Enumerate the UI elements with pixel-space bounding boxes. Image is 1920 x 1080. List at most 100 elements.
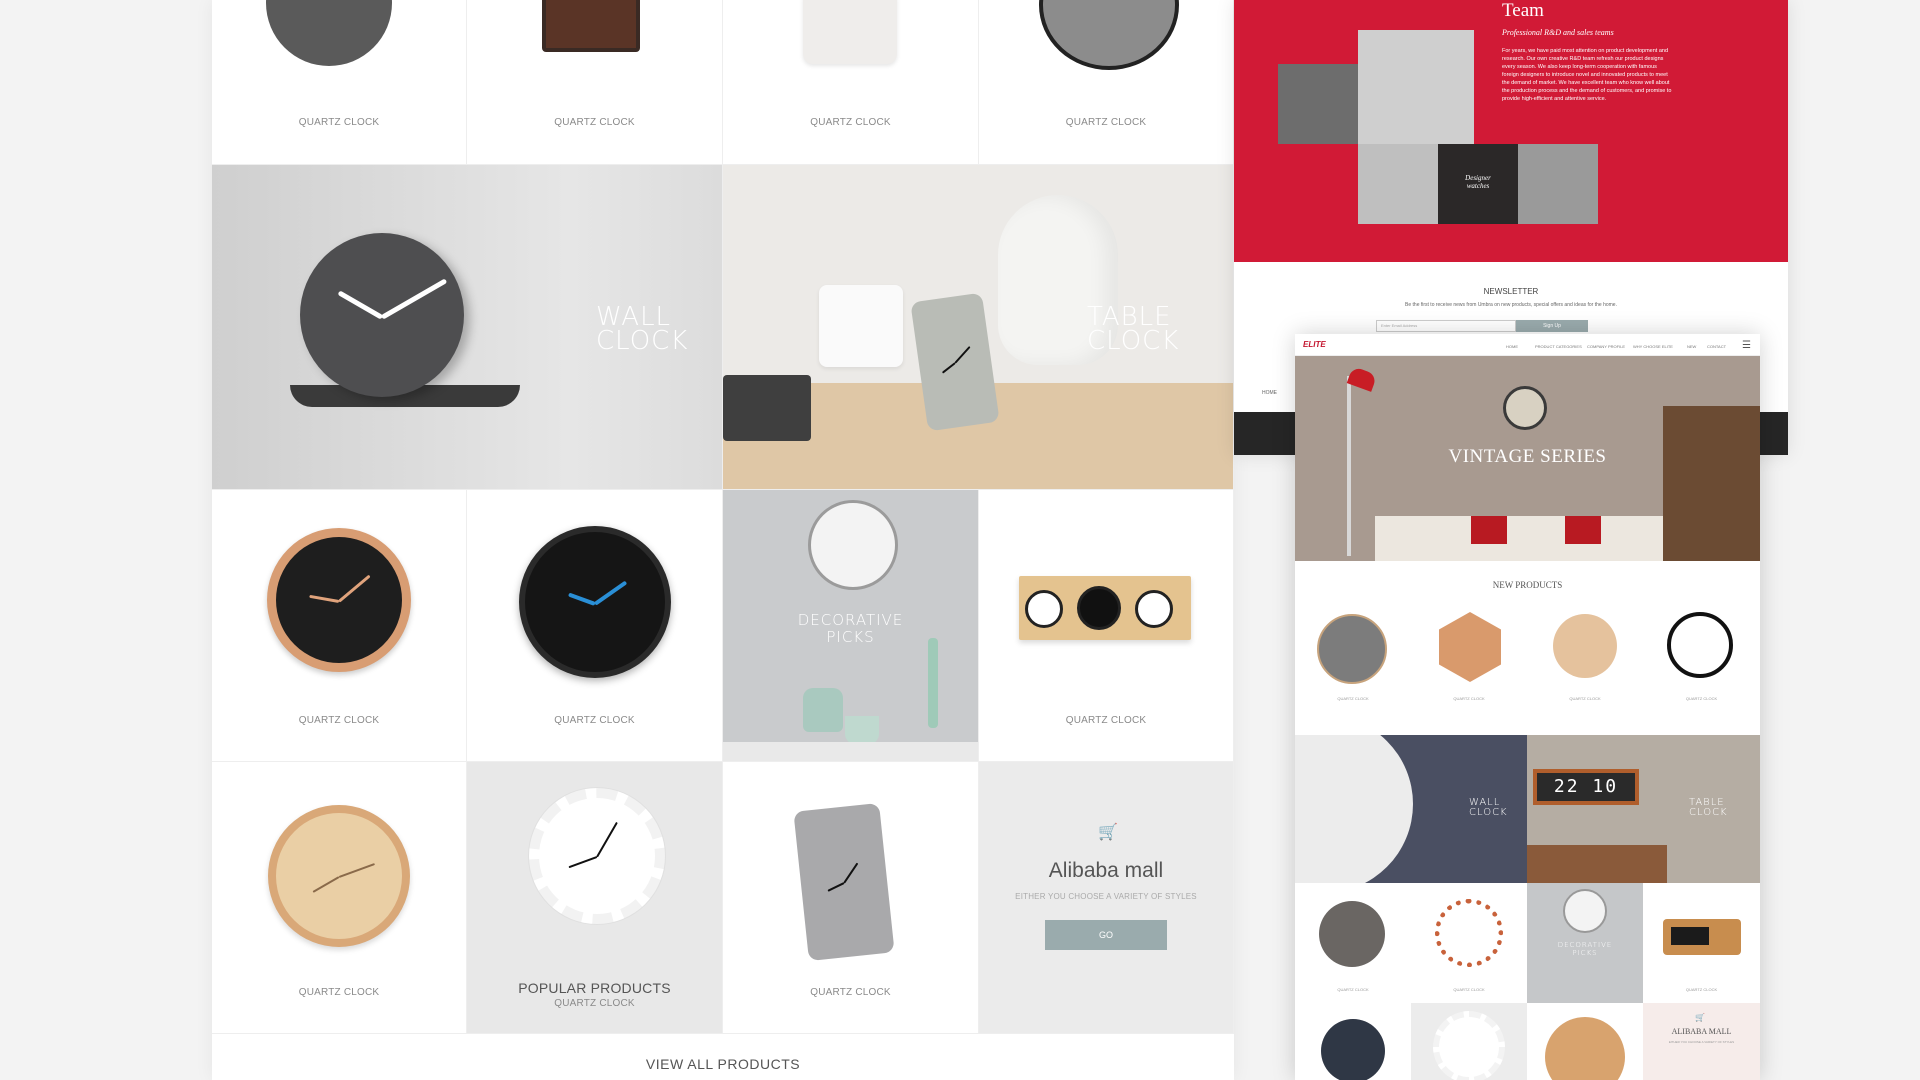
clock-image <box>1321 1019 1385 1080</box>
team-photo <box>1518 144 1598 224</box>
product-caption: QUARTZ CLOCK <box>298 117 380 128</box>
product-card[interactable]: QUARTZ CLOCK <box>467 490 723 762</box>
team-photo <box>1358 144 1438 224</box>
team-title: Team <box>1502 0 1544 21</box>
table-clock-label: TABLE CLOCK <box>1087 302 1180 356</box>
candle-image <box>928 638 938 728</box>
jar-image <box>819 285 903 367</box>
clock-image <box>803 0 897 64</box>
clock-image <box>268 805 410 947</box>
clock-hand <box>596 821 618 858</box>
teapot-image <box>803 688 843 732</box>
team-photo <box>1278 64 1358 144</box>
table-clock-banner[interactable]: 22 10 TABLE CLOCK <box>1527 735 1760 883</box>
cart-icon: 🛒 <box>1098 824 1118 841</box>
product-card[interactable]: QUARTZ CLOCK <box>1527 600 1643 704</box>
product-card[interactable] <box>1411 1003 1527 1080</box>
product-card[interactable]: QUARTZ CLOCK <box>979 0 1234 165</box>
product-card[interactable]: QUARTZ CLOCK <box>979 490 1234 762</box>
go-button[interactable]: GO <box>1045 920 1167 950</box>
team-subtitle: Professional R&D and sales teams <box>1502 28 1614 37</box>
product-card[interactable]: QUARTZ CLOCK <box>467 0 723 165</box>
cup-image <box>845 716 879 744</box>
tablet-image <box>723 375 811 441</box>
mall-subtitle: EITHER YOU CHOOSE A VARIETY OF STYLES <box>1015 892 1197 901</box>
product-card[interactable] <box>1527 1003 1643 1080</box>
product-caption: QUARTZ CLOCK <box>554 715 635 726</box>
hero-title: VINTAGE SERIES <box>1448 446 1607 467</box>
table-clock-banner[interactable]: TABLE CLOCK <box>723 165 1234 490</box>
table-clock-label: TABLE CLOCK <box>1689 797 1728 818</box>
product-card[interactable]: QUARTZ CLOCK <box>212 762 467 1034</box>
decorative-picks-banner[interactable]: DECORATIVE PICKS <box>1527 883 1643 1003</box>
product-card[interactable]: QUARTZ CLOCK <box>212 0 467 165</box>
pillow-image <box>1565 516 1601 544</box>
designer-label: Designer watches <box>1438 144 1518 224</box>
footer-home-link[interactable]: HOME <box>1262 390 1277 396</box>
product-card[interactable]: QUARTZ CLOCK <box>212 490 467 762</box>
clock-image <box>529 788 665 924</box>
alibaba-mall-card[interactable]: 🛒 ALIBABA MALL EITHER YOU CHOOSE A VARIE… <box>1643 1003 1760 1080</box>
clock-face <box>1135 590 1173 628</box>
popular-products-card[interactable]: POPULAR PRODUCTS QUARTZ CLOCK <box>467 762 723 1034</box>
product-caption: QUARTZ CLOCK <box>1569 696 1601 701</box>
bookshelf-image <box>1663 406 1760 561</box>
clock-image <box>542 0 640 52</box>
clock-image <box>519 526 671 678</box>
clock-hand <box>954 345 971 364</box>
wall-clock-image <box>1503 386 1547 430</box>
view-all-products-link[interactable]: VIEW ALL PRODUCTS <box>212 1034 1234 1080</box>
product-card[interactable]: QUARTZ CLOCK <box>723 0 979 165</box>
clock-image <box>1319 901 1385 967</box>
newsletter-title: NEWSLETTER <box>1483 287 1539 296</box>
popular-subtitle: QUARTZ CLOCK <box>554 998 635 1009</box>
clock-hand <box>312 876 340 893</box>
email-field[interactable]: Enter Email Address <box>1376 320 1516 332</box>
nav-link[interactable]: CONTACT <box>1707 344 1726 349</box>
product-caption: QUARTZ CLOCK <box>1337 696 1369 701</box>
nav-link[interactable]: NEW <box>1687 344 1696 349</box>
product-caption: QUARTZ CLOCK <box>810 117 891 128</box>
nav-link[interactable]: COMPANY PROFILE <box>1587 344 1625 349</box>
clock-hand <box>337 290 384 320</box>
logo[interactable]: ELITE <box>1303 340 1326 349</box>
nav-link[interactable]: HOME <box>1506 344 1518 349</box>
product-card[interactable] <box>1295 1003 1411 1080</box>
clock-image <box>808 500 898 590</box>
clock-image <box>266 0 392 66</box>
product-card[interactable]: QUARTZ CLOCK <box>1295 600 1411 704</box>
shelf-surface <box>723 742 978 761</box>
wall-clock-label: WALL CLOCK <box>1469 797 1508 818</box>
clock-hand <box>568 856 598 869</box>
clock-image <box>1019 576 1191 640</box>
signup-button[interactable]: Sign Up <box>1516 320 1588 332</box>
decorative-picks-banner[interactable]: DECORATIVE PICKS <box>723 490 979 762</box>
nav-link[interactable]: PRODUCT CATEGORIES <box>1535 344 1582 349</box>
product-card[interactable]: QUARTZ CLOCK <box>1411 600 1527 704</box>
clock-hand <box>593 580 628 606</box>
cart-icon: 🛒 <box>1695 1013 1705 1022</box>
clock-hand <box>338 863 376 878</box>
product-card[interactable]: QUARTZ CLOCK <box>1643 600 1760 704</box>
nav-link[interactable]: WHY CHOOSE ELITE <box>1633 344 1673 349</box>
wall-clock-banner[interactable]: WALL CLOCK <box>1295 735 1527 883</box>
product-card[interactable]: QUARTZ CLOCK <box>1295 883 1411 1003</box>
hero-banner[interactable]: VINTAGE SERIES <box>1295 356 1760 561</box>
wall-clock-banner[interactable]: WALL CLOCK <box>212 165 723 490</box>
home-page: ELITE HOME PRODUCT CATEGORIES COMPANY PR… <box>1295 334 1760 1080</box>
product-card[interactable]: QUARTZ CLOCK <box>1411 883 1527 1003</box>
alibaba-mall-card[interactable]: 🛒 Alibaba mall EITHER YOU CHOOSE A VARIE… <box>979 762 1234 1034</box>
team-body: For years, we have paid most attention o… <box>1502 48 1672 102</box>
header: ELITE HOME PRODUCT CATEGORIES COMPANY PR… <box>1295 334 1760 356</box>
product-card[interactable]: QUARTZ CLOCK <box>1643 883 1760 1003</box>
clock-image <box>1667 612 1733 678</box>
clock-face <box>1025 590 1063 628</box>
product-caption: QUARTZ CLOCK <box>298 715 380 726</box>
table-image <box>1527 845 1667 883</box>
sofa-image <box>1375 516 1675 561</box>
new-products-title: NEW PRODUCTS <box>1492 580 1563 590</box>
product-card[interactable]: QUARTZ CLOCK <box>723 762 979 1034</box>
main-page: QUARTZ CLOCK QUARTZ CLOCK QUARTZ CLOCK Q… <box>212 0 1234 1080</box>
menu-icon[interactable]: ☰ <box>1742 340 1751 351</box>
team-section: Designer watches Team Professional R&D a… <box>1234 0 1788 262</box>
